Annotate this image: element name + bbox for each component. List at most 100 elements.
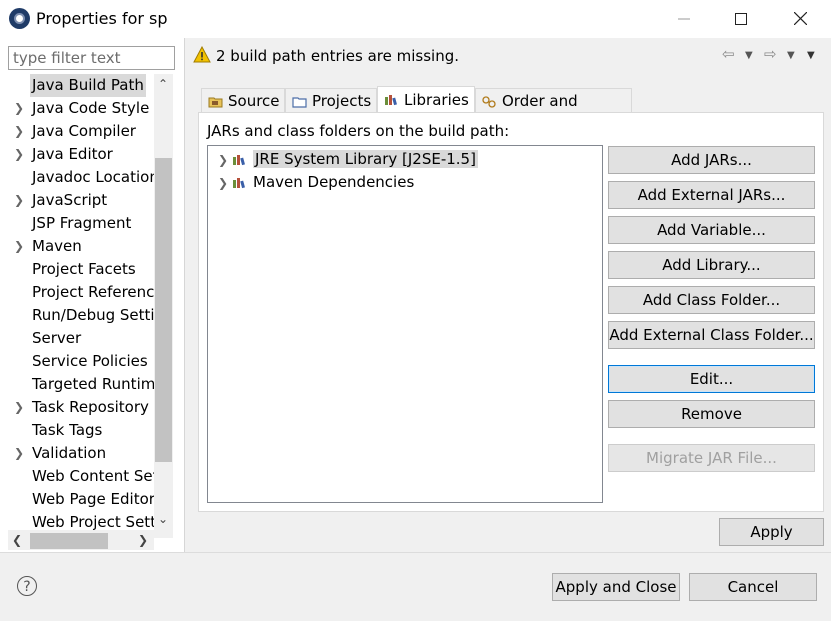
tab-libraries[interactable]: Libraries <box>377 86 475 114</box>
forward-dropdown-icon[interactable]: ▼ <box>787 50 795 61</box>
tree-item-label: Web Content Settings <box>32 467 154 485</box>
add-jars-button[interactable]: Add JARs... <box>608 146 815 174</box>
tree-item-label: Web Page Editor <box>32 490 154 508</box>
tree-item-label: Server <box>32 329 82 347</box>
tree-item[interactable]: Server <box>0 327 154 350</box>
tree-item[interactable]: Web Content Settings <box>0 465 154 488</box>
tree-item[interactable]: Java Build Path <box>0 74 154 97</box>
tree-item-label: Java Code Style <box>32 99 150 117</box>
tab-libraries-label: Libraries <box>404 91 469 109</box>
filter-input[interactable] <box>8 46 175 70</box>
remove-button[interactable]: Remove <box>608 400 815 428</box>
tab-order-and-export[interactable]: Order and Export <box>475 88 632 135</box>
tree-item[interactable]: JSP Fragment <box>0 212 154 235</box>
nav-vertical-scroll-thumb[interactable] <box>155 158 172 462</box>
forward-arrow-icon[interactable]: ⇨ <box>764 45 777 63</box>
build-path-message: 2 build path entries are missing. <box>216 47 459 65</box>
add-external-jars-button[interactable]: Add External JARs... <box>608 181 815 209</box>
close-button[interactable] <box>771 0 829 38</box>
library-entry-maven[interactable]: ❯ Maven Dependencies <box>218 171 414 194</box>
tree-item[interactable]: Web Project Settings <box>0 511 154 530</box>
tree-item-label: Targeted Runtimes <box>32 375 154 393</box>
tree-item-label: Project Facets <box>32 260 136 278</box>
tree-item-label: Project References <box>32 283 154 301</box>
help-icon[interactable]: ? <box>17 576 37 596</box>
expand-chevron-icon[interactable]: ❯ <box>14 235 24 258</box>
cancel-button[interactable]: Cancel <box>689 573 817 601</box>
expand-chevron-icon[interactable]: ❯ <box>14 97 24 120</box>
tree-item[interactable]: Service Policies <box>0 350 154 373</box>
tree-item[interactable]: ❯ Validation <box>0 442 154 465</box>
tree-item[interactable]: Project Facets <box>0 258 154 281</box>
build-path-label: JARs and class folders on the build path… <box>207 122 510 140</box>
window-title: Properties for sp <box>36 9 168 28</box>
expand-chevron-icon[interactable]: ❯ <box>14 396 24 419</box>
tree-item-label: Web Project Settings <box>32 513 154 530</box>
tree-item-label: Task Repository <box>32 398 149 416</box>
back-arrow-icon[interactable]: ⇦ <box>722 45 735 63</box>
library-entry-jre[interactable]: ❯ JRE System Library [J2SE-1.5] <box>218 148 478 171</box>
library-tree[interactable]: ❯ JRE System Library [J2SE-1.5] ❯ Maven De… <box>207 145 603 503</box>
tree-item-label: JSP Fragment <box>32 214 132 232</box>
tab-projects[interactable]: Projects <box>285 88 377 113</box>
expand-chevron-icon[interactable]: ❯ <box>218 149 232 172</box>
tree-item-label: Java Editor <box>32 145 113 163</box>
close-icon <box>793 11 807 26</box>
add-class-folder-button[interactable]: Add Class Folder... <box>608 286 815 314</box>
tree-item[interactable]: Targeted Runtimes <box>0 373 154 396</box>
expand-chevron-icon[interactable]: ❯ <box>14 442 24 465</box>
back-dropdown-icon[interactable]: ▼ <box>745 50 753 61</box>
footer-divider <box>0 552 831 553</box>
expand-chevron-icon[interactable]: ❯ <box>14 143 24 166</box>
expand-chevron-icon[interactable]: ❯ <box>14 189 24 212</box>
expand-chevron-icon[interactable]: ❯ <box>14 120 24 143</box>
view-menu-icon[interactable]: ▼ <box>807 50 815 61</box>
tree-item[interactable]: ❯ Java Code Style <box>0 97 154 120</box>
tree-item-label: Java Build Path <box>30 74 146 97</box>
edit-button[interactable]: Edit... <box>608 365 815 393</box>
minimize-icon <box>678 18 690 20</box>
expand-chevron-icon[interactable]: ❯ <box>218 172 232 195</box>
tree-item-label: Run/Debug Settings <box>32 306 154 324</box>
tree-item-label: Validation <box>32 444 107 462</box>
library-entry-label: Maven Dependencies <box>253 173 415 191</box>
tree-item[interactable]: Javadoc Location <box>0 166 154 189</box>
nav-horizontal-scroll-thumb[interactable] <box>30 533 108 549</box>
tree-item-label: JavaScript <box>32 191 108 209</box>
preference-tree: Java Build Path ❯ Java Code Style ❯ Java Com… <box>0 74 154 530</box>
maximize-button[interactable] <box>712 0 770 38</box>
minimize-button[interactable] <box>655 0 713 38</box>
tree-item[interactable]: Run/Debug Settings <box>0 304 154 327</box>
tab-source[interactable]: Source <box>201 88 285 113</box>
library-icon <box>233 154 245 165</box>
add-variable-button[interactable]: Add Variable... <box>608 216 815 244</box>
order-export-icon <box>482 96 496 108</box>
tree-item-label: Java Compiler <box>32 122 136 140</box>
apply-and-close-button[interactable]: Apply and Close <box>552 573 680 601</box>
add-external-class-folder-button[interactable]: Add External Class Folder... <box>608 321 815 349</box>
tab-projects-label: Projects <box>312 92 372 110</box>
tree-item[interactable]: ❯ JavaScript <box>0 189 154 212</box>
tree-item[interactable]: ❯ Java Compiler <box>0 120 154 143</box>
tree-item[interactable]: Task Tags <box>0 419 154 442</box>
scroll-up-icon[interactable]: ⌃ <box>158 77 168 91</box>
title-bar: Properties for sp <box>0 0 831 38</box>
tree-item[interactable]: ❯ Maven <box>0 235 154 258</box>
add-library-button[interactable]: Add Library... <box>608 251 815 279</box>
scroll-left-icon[interactable]: ❮ <box>12 533 22 547</box>
apply-button[interactable]: Apply <box>719 518 824 546</box>
tree-item[interactable]: ❯ Java Editor <box>0 143 154 166</box>
library-icon <box>233 177 245 188</box>
tree-item-label: Javadoc Location <box>32 168 154 186</box>
scroll-right-icon[interactable]: ❯ <box>138 533 148 547</box>
tree-item-label: Task Tags <box>32 421 103 439</box>
warning-icon <box>193 46 211 63</box>
tree-item[interactable]: Project References <box>0 281 154 304</box>
library-entry-label: JRE System Library [J2SE-1.5] <box>253 150 478 168</box>
tree-item[interactable]: Web Page Editor <box>0 488 154 511</box>
scroll-down-icon[interactable]: ⌄ <box>158 512 168 526</box>
source-folder-icon <box>208 97 223 108</box>
tree-item[interactable]: ❯ Task Repository <box>0 396 154 419</box>
tab-source-label: Source <box>228 92 280 110</box>
tree-item-label: Service Policies <box>32 352 148 370</box>
